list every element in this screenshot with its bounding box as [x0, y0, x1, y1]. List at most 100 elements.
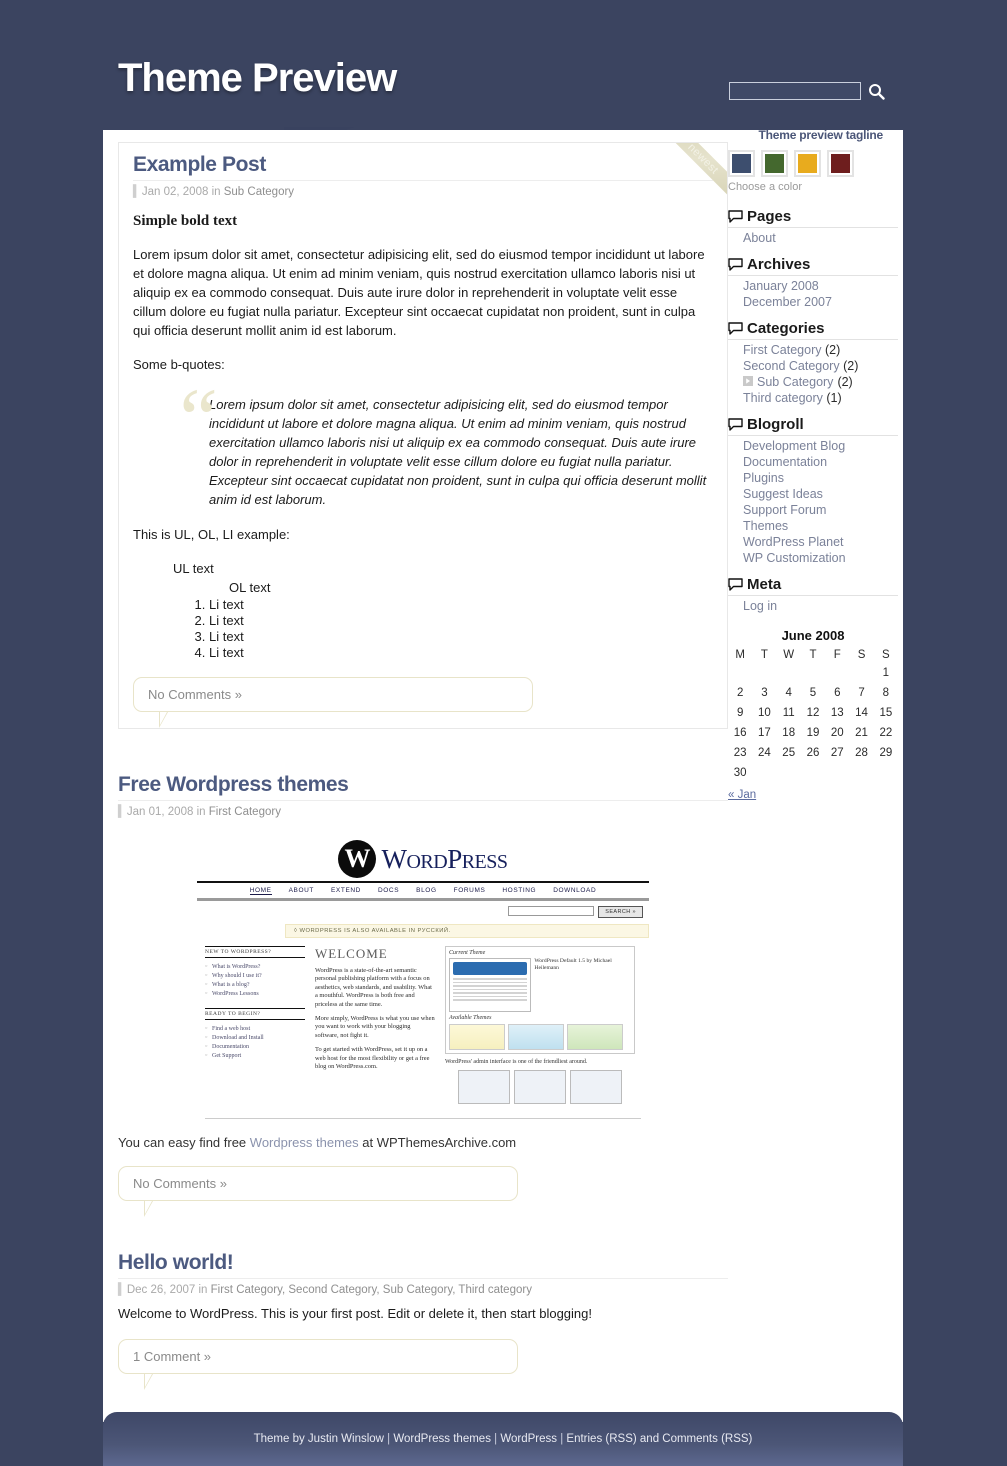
wordpress-logo-icon: W — [338, 840, 377, 878]
calendar-day-cell: 4 — [785, 687, 792, 699]
widget-item-link[interactable]: December 2007 — [743, 295, 832, 309]
wp-section-link[interactable]: Why should I use it? — [205, 971, 305, 980]
wp-section-link[interactable]: Download and Install — [205, 1033, 305, 1042]
widget-title: Blogroll — [728, 416, 898, 436]
calendar-weekday-row: MTWTFSS — [728, 647, 898, 663]
calendar-week-row: 2 3 4 5 6 7 8 — [728, 683, 898, 703]
wp-nav-item[interactable]: DOCS — [378, 887, 399, 895]
widget-item: Third category (1) — [728, 390, 898, 406]
wp-section-link[interactable]: WordPress Lessons — [205, 989, 305, 998]
wp-nav-item[interactable]: ABOUT — [289, 887, 314, 895]
widget-item: December 2007 — [728, 294, 898, 310]
wp-section-link[interactable]: Documentation — [205, 1042, 305, 1051]
wp-available-thumb — [508, 1024, 564, 1050]
footer-comments-rss-link[interactable]: Comments (RSS) — [662, 1433, 752, 1445]
wp-section-link[interactable]: What is WordPress? — [205, 962, 305, 971]
widget-item-link[interactable]: Suggest Ideas — [743, 487, 823, 501]
footer-wp-themes-link[interactable]: WordPress themes — [393, 1433, 491, 1445]
widget-item-link[interactable]: Development Blog — [743, 439, 845, 453]
post-title-link[interactable]: Hello world! — [118, 1251, 234, 1274]
calendar-week-row: 16 17 18 19 20 21 22 — [728, 723, 898, 743]
calendar-week-row: 23 24 25 26 27 28 29 — [728, 743, 898, 763]
comments-bubble: No Comments » — [118, 1166, 518, 1217]
post-body: Welcome to WordPress. This is your first… — [118, 1296, 728, 1323]
comments-link[interactable]: 1 Comment » — [133, 1349, 211, 1364]
widget-item-link[interactable]: Themes — [743, 519, 788, 533]
ul-text: UL text — [173, 561, 214, 576]
color-swatch-gold[interactable] — [794, 150, 821, 177]
footer-author-link[interactable]: Justin Winslow — [308, 1433, 384, 1445]
footer-and: and — [636, 1433, 663, 1445]
wp-nav-item[interactable]: BLOG — [416, 887, 436, 895]
wp-search-field[interactable] — [508, 906, 595, 916]
search-input[interactable] — [729, 82, 861, 100]
wp-nav-item[interactable]: EXTEND — [331, 887, 361, 895]
meta-in-word: in — [211, 186, 221, 198]
widget-item-link[interactable]: Sub Category — [757, 375, 833, 389]
wp-nav-item[interactable]: HOSTING — [502, 887, 536, 895]
post-category-link[interactable]: First Category — [209, 806, 281, 818]
widget-items: Log in — [728, 598, 898, 614]
comments-link[interactable]: No Comments » — [148, 687, 242, 702]
widget-blogroll: Blogroll Development Blog Documentation Plu… — [728, 416, 898, 566]
widget-item-link[interactable]: Log in — [743, 599, 777, 613]
widget-item-link[interactable]: Documentation — [743, 455, 827, 469]
list-item: Li text — [209, 613, 713, 629]
widget-item-link[interactable]: Third category — [743, 391, 823, 405]
widget-item-link[interactable]: Second Category — [743, 359, 840, 373]
calendar-table: June 2008 MTWTFSS 1 2 3 4 5 6 7 8 9 10 11 12 13 14 15 1… — [728, 628, 898, 783]
post-title-link[interactable]: Example Post — [133, 153, 266, 176]
widget-item-link[interactable]: First Category — [743, 343, 822, 357]
widget-item-link[interactable]: About — [743, 231, 776, 245]
widget-items: January 2008 December 2007 — [728, 278, 898, 310]
list-item: Li text — [209, 629, 713, 645]
wp-nav-item[interactable]: FORUMS — [454, 887, 486, 895]
footer-entries-rss-link[interactable]: Entries (RSS) — [566, 1433, 636, 1445]
calendar-day-cell: 16 — [733, 727, 747, 739]
wp-nav-item[interactable]: DOWNLOAD — [553, 887, 596, 895]
footer-wordpress-link[interactable]: WordPress — [500, 1433, 557, 1445]
search-icon — [868, 83, 885, 100]
wp-section-link[interactable]: Find a web host — [205, 1024, 305, 1033]
post-category-link[interactable]: First Category, Second Category, Sub Cat… — [211, 1284, 532, 1296]
widget-item-link[interactable]: Plugins — [743, 471, 784, 485]
page-root: Theme Preview Theme preview tagline Choo… — [0, 0, 1007, 1466]
widget-item-link[interactable]: January 2008 — [743, 279, 819, 293]
color-swatch-red[interactable] — [827, 150, 854, 177]
calendar-week-row: 9 10 11 12 13 14 15 — [728, 703, 898, 723]
widget-item-link[interactable]: Support Forum — [743, 503, 826, 517]
widget-title: Archives — [728, 256, 898, 276]
post-title: Example Post — [133, 153, 713, 177]
wp-search-button[interactable]: SEARCH » — [598, 906, 643, 918]
post-title-link[interactable]: Free Wordpress themes — [118, 773, 349, 796]
list-item: Li text — [209, 597, 713, 613]
calendar-weekday: M — [735, 649, 745, 661]
calendar-body: 1 2 3 4 5 6 7 8 9 10 11 12 13 14 15 16 17 18 19 20 21 22 23 24 2… — [728, 663, 898, 783]
comments-link[interactable]: No Comments » — [133, 1176, 227, 1191]
color-swatch-blue[interactable] — [728, 150, 755, 177]
wp-section-links: Find a web hostDownload and InstallDocum… — [205, 1024, 305, 1060]
wp-section-link[interactable]: Get Support — [205, 1051, 305, 1060]
post-after-image-text: You can easy find free Wordpress themes … — [118, 1135, 728, 1150]
body-area: Theme preview tagline Choose a color Pag… — [103, 128, 903, 1422]
post-category-link[interactable]: Sub Category — [224, 186, 294, 198]
calendar-prev-link[interactable]: « Jan — [728, 789, 756, 801]
widget-item-link[interactable]: WP Customization — [743, 551, 846, 565]
comments-bubble-box: No Comments » — [118, 1166, 518, 1201]
calendar-day-cell: 3 — [761, 687, 768, 699]
calendar-weekday: T — [760, 649, 768, 661]
calendar-day-cell — [752, 663, 776, 683]
color-swatch-green[interactable] — [761, 150, 788, 177]
widget-item-link[interactable]: WordPress Planet — [743, 535, 844, 549]
search-button[interactable] — [867, 82, 885, 100]
ordered-list: Li textLi textLi textLi text — [191, 597, 713, 661]
bubble-tail-inner — [145, 1201, 152, 1214]
wp-nav-item[interactable]: HOME — [249, 887, 272, 895]
wordpress-themes-link[interactable]: Wordpress themes — [250, 1135, 359, 1150]
post-title: Free Wordpress themes — [118, 773, 728, 797]
post-meta: ▍Jan 01, 2008 in First Category — [118, 800, 728, 818]
widget-item-count: (2) — [824, 343, 841, 357]
wp-bottom-thumb — [458, 1070, 510, 1104]
wp-section-link[interactable]: What is a blog? — [205, 980, 305, 989]
calendar-day-cell: 22 — [879, 727, 893, 739]
